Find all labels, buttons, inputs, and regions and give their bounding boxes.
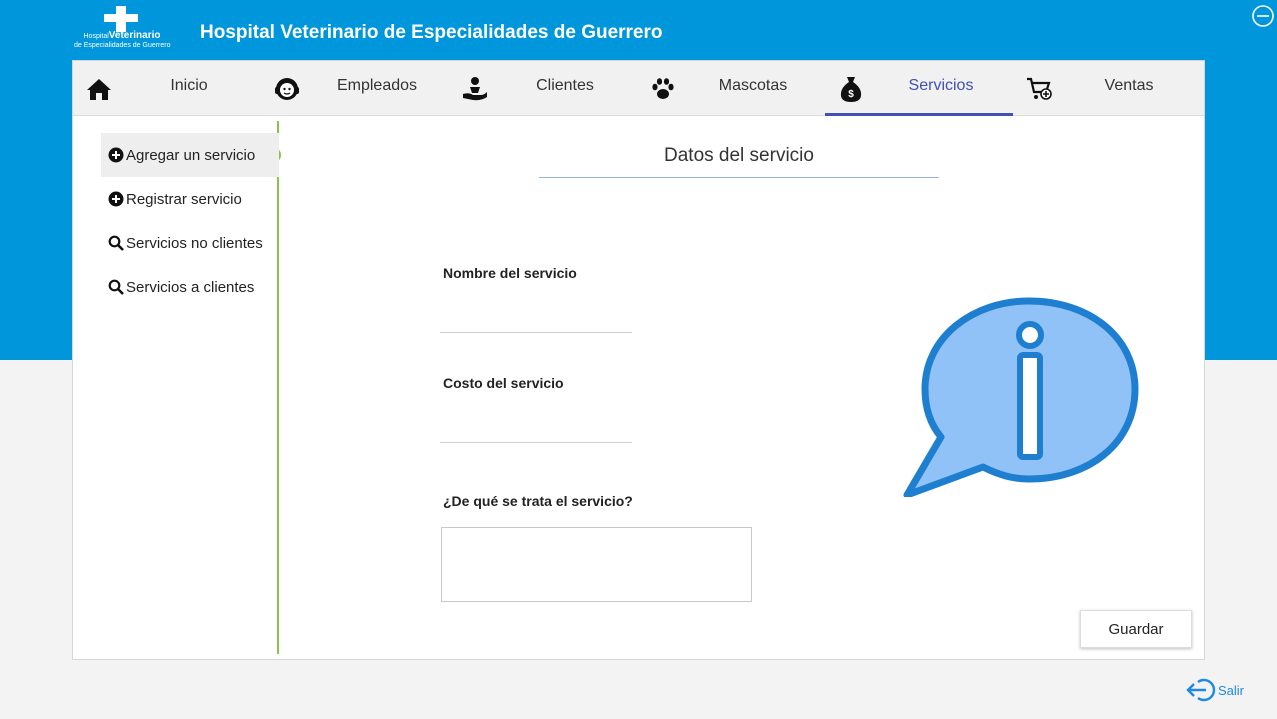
service-cost-input[interactable]: [440, 413, 632, 443]
logo-subtitle: de Especialidades de Guerrero: [74, 42, 171, 49]
sidebar-item-agregar-servicio[interactable]: Agregar un servicio: [101, 133, 279, 177]
service-cost-label: Costo del servicio: [443, 375, 564, 391]
medical-cross-icon: [104, 6, 138, 32]
tab-mascotas[interactable]: Mascotas: [637, 61, 825, 116]
sidebar-item-label: Servicios a clientes: [126, 278, 255, 296]
exit-link[interactable]: Salir: [1186, 677, 1244, 703]
logo-wordmark: HospitalVeterinario: [83, 30, 161, 41]
sidebar-item-servicios-no-clientes[interactable]: Servicios no clientes: [101, 221, 279, 265]
main-card: Inicio Empleados Clientes Mascotas $ Ser…: [72, 60, 1205, 660]
money-bag-icon: $: [837, 75, 865, 103]
service-name-input[interactable]: [440, 303, 632, 333]
minimize-icon[interactable]: [1251, 4, 1275, 28]
main-navbar: Inicio Empleados Clientes Mascotas $ Ser…: [73, 61, 1204, 116]
home-icon: [85, 75, 113, 103]
service-description-label: ¿De qué se trata el servicio?: [443, 493, 633, 509]
tab-servicios[interactable]: $ Servicios: [825, 61, 1013, 116]
form-title: Datos del servicio: [664, 145, 814, 166]
headset-person-icon: [273, 75, 301, 103]
tab-clientes[interactable]: Clientes: [449, 61, 637, 116]
sidebar-item-registrar-servicio[interactable]: Registrar servicio: [101, 177, 279, 221]
cart-add-icon: [1025, 75, 1053, 103]
search-icon: [107, 278, 125, 296]
exit-icon: [1186, 678, 1216, 702]
sidebar-item-servicios-a-clientes[interactable]: Servicios a clientes: [101, 265, 279, 309]
tab-servicios-label: Servicios: [908, 77, 974, 94]
tab-ventas[interactable]: Ventas: [1013, 61, 1201, 116]
service-name-label: Nombre del servicio: [443, 265, 577, 281]
tab-empleados[interactable]: Empleados: [261, 61, 449, 116]
service-description-textarea[interactable]: [441, 527, 752, 602]
tab-clientes-label: Clientes: [536, 77, 594, 94]
form-title-underline: [539, 177, 939, 178]
tab-inicio-label: Inicio: [170, 77, 208, 94]
hospital-logo: HospitalVeterinario de Especialidades de…: [74, 6, 171, 52]
info-speech-bubble-icon: [903, 297, 1139, 497]
app-title: Hospital Veterinario de Especialidades d…: [200, 22, 663, 43]
svg-text:$: $: [848, 89, 854, 100]
services-sidebar: Agregar un servicio Registrar servicio S…: [101, 133, 279, 309]
sidebar-item-label: Servicios no clientes: [126, 234, 263, 252]
exit-label: Salir: [1218, 682, 1245, 698]
tab-ventas-label: Ventas: [1104, 77, 1154, 94]
save-button[interactable]: Guardar: [1080, 610, 1192, 648]
hand-person-icon: [461, 75, 489, 103]
search-icon: [107, 234, 125, 252]
tab-empleados-label: Empleados: [336, 77, 418, 94]
sidebar-item-label: Registrar servicio: [126, 190, 242, 208]
plus-circle-icon: [107, 146, 125, 164]
plus-circle-icon: [107, 190, 125, 208]
tab-inicio[interactable]: Inicio: [73, 61, 261, 116]
tab-mascotas-label: Mascotas: [718, 77, 788, 94]
sidebar-item-label: Agregar un servicio: [126, 146, 256, 164]
paw-icon: [649, 75, 677, 103]
